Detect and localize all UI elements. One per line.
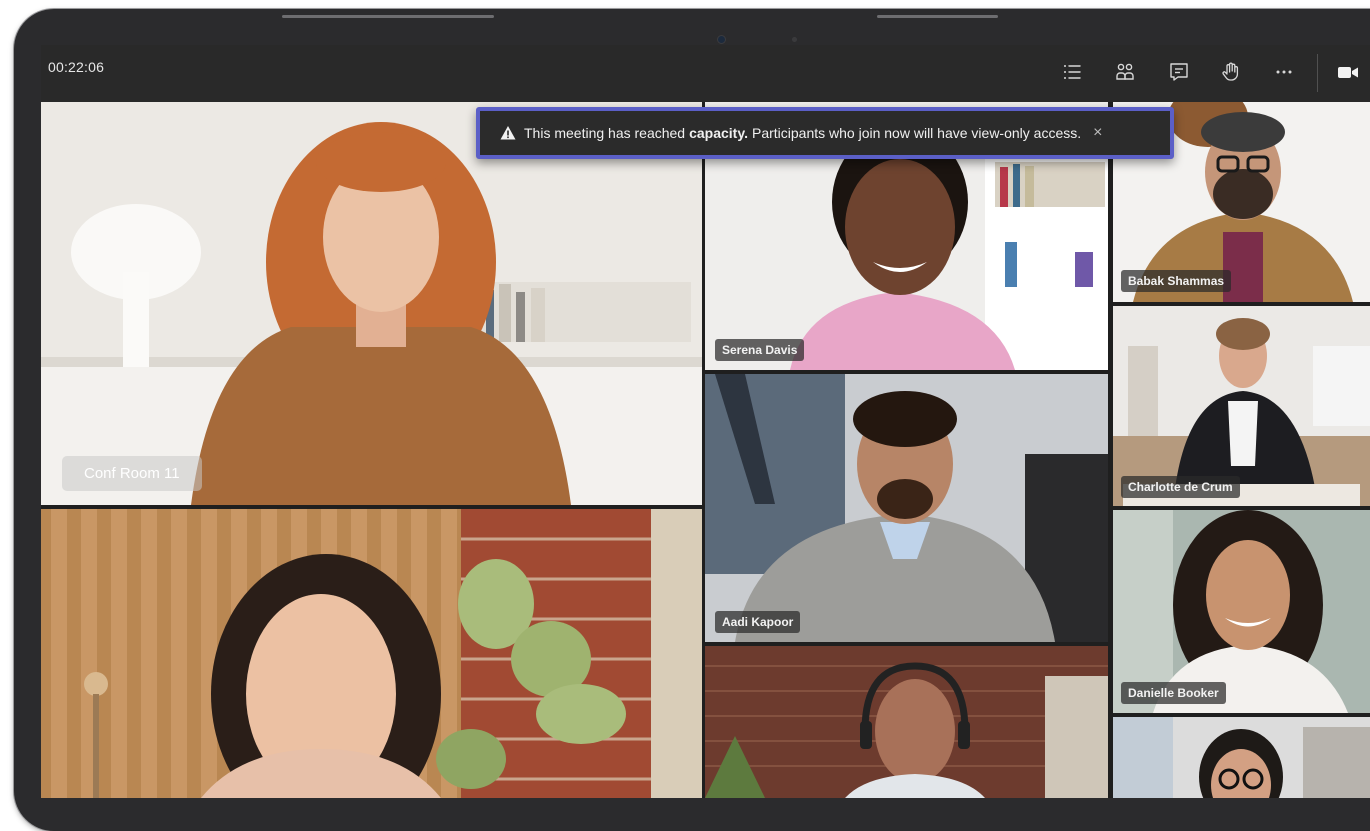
participant-video bbox=[41, 509, 702, 798]
capacity-warning-banner: This meeting has reached capacity. Parti… bbox=[476, 107, 1174, 159]
banner-message-detail: Participants who join now will have view… bbox=[751, 125, 1082, 141]
camera-sensor bbox=[793, 38, 796, 41]
front-camera bbox=[718, 36, 725, 43]
participant-name-label: Conf Room 11 bbox=[62, 456, 202, 491]
participants-list-button[interactable] bbox=[1055, 55, 1089, 89]
participant-name-label: Babak Shammas bbox=[1121, 270, 1232, 292]
banner-message-lead: This meeting has reached bbox=[524, 125, 686, 141]
close-banner-button[interactable]: × bbox=[1093, 124, 1102, 142]
banner-message-emphasis: capacity. bbox=[689, 125, 748, 141]
aadi-kapoor-video bbox=[705, 374, 1108, 642]
people-icon bbox=[1116, 63, 1134, 80]
chat-icon bbox=[1170, 63, 1188, 81]
video-tile-conf-room[interactable]: Conf Room 11 bbox=[41, 102, 702, 505]
participant-video bbox=[705, 646, 1108, 798]
raise-hand-icon bbox=[1222, 62, 1239, 81]
participant-name-label: Serena Davis bbox=[715, 339, 805, 361]
toolbar-divider bbox=[1317, 54, 1318, 92]
more-options-icon bbox=[1276, 70, 1292, 74]
participants-list-icon bbox=[1064, 65, 1081, 79]
participant-name-label: Aadi Kapoor bbox=[715, 611, 801, 633]
participant-name-label: Danielle Booker bbox=[1121, 682, 1226, 704]
people-button[interactable] bbox=[1108, 55, 1142, 89]
camera-toggle-button[interactable] bbox=[1331, 55, 1365, 89]
participant-name-label: Charlotte de Crum bbox=[1121, 476, 1240, 498]
conf-room-video bbox=[41, 102, 702, 505]
video-tile-danielle-booker[interactable]: Danielle Booker bbox=[1113, 510, 1370, 713]
video-tile-charlotte-de-crum[interactable]: Charlotte de Crum bbox=[1113, 306, 1370, 506]
device-button bbox=[877, 15, 998, 18]
device-button bbox=[282, 15, 494, 18]
chat-button[interactable] bbox=[1162, 55, 1196, 89]
more-options-button[interactable] bbox=[1267, 55, 1301, 89]
video-tile-participant[interactable] bbox=[705, 646, 1108, 798]
video-tile-participant[interactable] bbox=[1113, 717, 1370, 798]
participant-video bbox=[1113, 717, 1370, 798]
raise-hand-button[interactable] bbox=[1214, 55, 1248, 89]
video-tile-aadi-kapoor[interactable]: Aadi Kapoor bbox=[705, 374, 1108, 642]
meeting-timer: 00:22:06 bbox=[48, 59, 105, 75]
video-tile-participant[interactable] bbox=[41, 509, 702, 798]
meeting-toolbar: 00:22:06 bbox=[41, 45, 1370, 102]
video-camera-icon bbox=[1338, 67, 1358, 78]
warning-icon bbox=[500, 126, 516, 140]
